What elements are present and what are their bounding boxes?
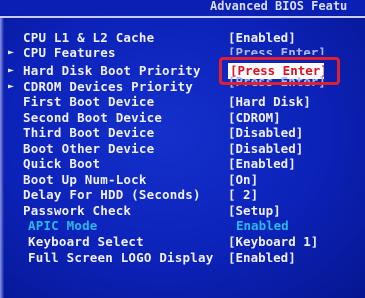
setting-value[interactable]: [Hard Disk] [228, 94, 365, 110]
setting-row-cpu-cache[interactable]: CPU L1 & L2 Cache [Enabled] [0, 30, 365, 46]
setting-label: Passwork Check [23, 203, 132, 218]
setting-row-boot-up-num-lock[interactable]: Boot Up Num-Lock [On] [0, 172, 365, 188]
setting-row-full-screen-logo[interactable]: Full Screen LOGO Display [Enabled] [0, 250, 365, 266]
setting-value[interactable]: [Setup] [228, 203, 365, 219]
setting-value[interactable]: [ 2] [228, 187, 365, 203]
annotation-highlight-box [219, 57, 340, 85]
setting-label: CPU Features [23, 45, 116, 60]
setting-row-second-boot-device[interactable]: Second Boot Device [CDROM] [0, 110, 365, 126]
setting-label: Third Boot Device [23, 125, 155, 140]
setting-value[interactable]: [Disabled] [228, 141, 365, 157]
setting-label: First Boot Device [23, 94, 155, 109]
setting-value[interactable]: [Enabled] [228, 156, 365, 172]
setting-label: CDROM Devices Priority [23, 79, 193, 94]
page-title: Advanced BIOS Featu [210, 0, 348, 13]
bios-screen: Advanced BIOS Featu CPU L1 & L2 Cache [E… [0, 0, 365, 298]
submenu-arrow-icon: ► [8, 47, 15, 58]
setting-label: CPU L1 & L2 Cache [23, 30, 155, 45]
setting-label: Boot Up Num-Lock [23, 172, 147, 187]
header-bar: Advanced BIOS Featu [0, 0, 365, 15]
setting-row-quick-boot[interactable]: Quick Boot [Enabled] [0, 156, 365, 172]
setting-label: Delay For HDD (Seconds) [23, 187, 201, 202]
setting-row-third-boot-device[interactable]: Third Boot Device [Disabled] [0, 125, 365, 141]
setting-value[interactable]: [Press Enter] [228, 46, 365, 55]
setting-label: Boot Other Device [23, 141, 155, 156]
setting-value[interactable]: [Disabled] [228, 125, 365, 141]
setting-label: Quick Boot [23, 156, 101, 171]
setting-label: Hard Disk Boot Priority [23, 63, 201, 78]
setting-value[interactable]: [On] [228, 172, 365, 188]
setting-row-boot-other-device[interactable]: Boot Other Device [Disabled] [0, 141, 365, 157]
setting-label: Full Screen LOGO Display [28, 250, 214, 265]
submenu-arrow-icon: ► [8, 65, 15, 76]
setting-value[interactable]: [Keyboard 1] [228, 234, 365, 250]
setting-row-passwork-check[interactable]: Passwork Check [Setup] [0, 203, 365, 219]
setting-value[interactable]: [Enabled] [228, 30, 365, 46]
setting-value[interactable]: [Enabled] [228, 250, 365, 266]
setting-row-keyboard-select[interactable]: Keyboard Select [Keyboard 1] [0, 234, 365, 250]
header-divider [0, 16, 365, 18]
setting-label: Second Boot Device [23, 110, 163, 125]
setting-value-disabled: Enabled [236, 218, 289, 233]
setting-row-first-boot-device[interactable]: First Boot Device [Hard Disk] [0, 94, 365, 110]
setting-row-delay-for-hdd[interactable]: Delay For HDD (Seconds) [ 2] [0, 187, 365, 203]
setting-label: Keyboard Select [28, 234, 144, 249]
submenu-arrow-icon: ► [8, 81, 15, 92]
setting-label-disabled: APIC Mode [28, 218, 98, 233]
setting-value[interactable]: [CDROM] [228, 110, 365, 126]
setting-row-apic-mode: APIC Mode Enabled [0, 218, 365, 234]
